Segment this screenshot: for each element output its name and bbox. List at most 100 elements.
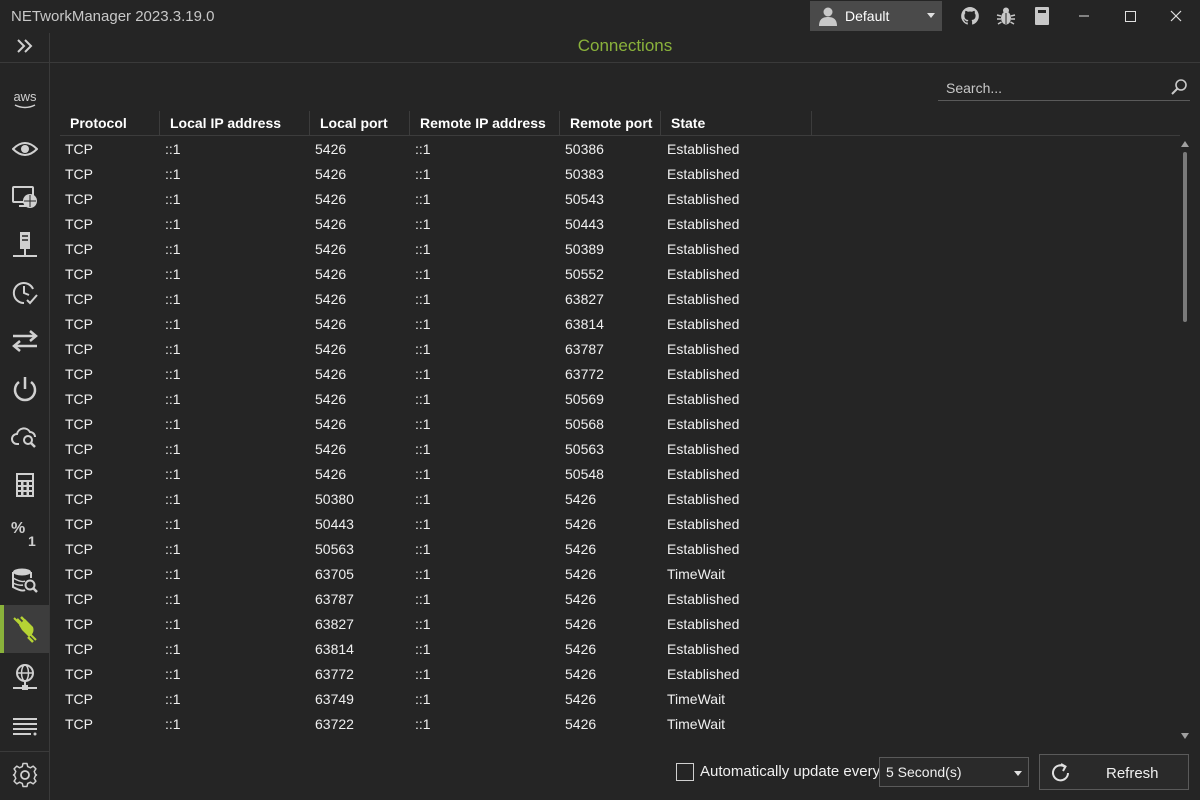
sidebar-item-connections[interactable] bbox=[0, 605, 49, 653]
column-header-protocol[interactable]: Protocol bbox=[60, 111, 160, 136]
table-row[interactable]: TCP::1 63827::1 5426 Established bbox=[60, 612, 1180, 637]
profile-selector[interactable]: Default bbox=[810, 1, 942, 31]
table-row[interactable]: TCP::1 5426::1 63787 Established bbox=[60, 337, 1180, 362]
column-header-remote-ip[interactable]: Remote IP address bbox=[410, 111, 560, 136]
table-row[interactable]: TCP::1 50563::1 5426 Established bbox=[60, 537, 1180, 562]
cell-remote-ip: ::1 bbox=[415, 316, 431, 332]
scroll-up-icon[interactable] bbox=[1181, 141, 1189, 147]
sidebar-item-traceroute[interactable] bbox=[0, 317, 49, 365]
table-row[interactable]: TCP::1 5426::1 50543 Established bbox=[60, 187, 1180, 212]
table-row[interactable]: TCP::1 5426::1 50548 Established bbox=[60, 462, 1180, 487]
cell-local-port: 5426 bbox=[315, 441, 347, 457]
sidebar-item-lookup[interactable] bbox=[0, 413, 49, 461]
table-row[interactable]: TCP::1 5426::1 63772 Established bbox=[60, 362, 1180, 387]
sidebar-item-whois[interactable] bbox=[0, 557, 49, 605]
sidebar-item-aws[interactable]: aws bbox=[0, 76, 49, 124]
cell-local-port: 5426 bbox=[315, 191, 347, 207]
column-header-remote-port[interactable]: Remote port bbox=[560, 111, 661, 136]
maximize-button[interactable] bbox=[1107, 0, 1153, 32]
aws-icon: aws bbox=[13, 89, 37, 109]
sidebar-item-ip-scanner[interactable] bbox=[0, 173, 49, 221]
minimize-button[interactable] bbox=[1061, 0, 1107, 32]
cell-remote-port: 63772 bbox=[565, 366, 604, 382]
cell-protocol: TCP bbox=[65, 541, 93, 557]
cell-remote-port: 50552 bbox=[565, 266, 604, 282]
sidebar-item-arp-table[interactable] bbox=[0, 702, 49, 750]
cell-remote-port: 5426 bbox=[565, 666, 597, 682]
table-row[interactable]: TCP::1 63749::1 5426 TimeWait bbox=[60, 687, 1180, 712]
cell-local-port: 5426 bbox=[315, 166, 347, 182]
cell-local-port: 5426 bbox=[315, 391, 347, 407]
table-row[interactable]: TCP::1 63772::1 5426 Established bbox=[60, 662, 1180, 687]
table-row[interactable]: TCP::1 50380::1 5426 Established bbox=[60, 487, 1180, 512]
search-icon[interactable] bbox=[1170, 78, 1188, 96]
auto-update-label: Automatically update every bbox=[700, 763, 881, 780]
cell-local-port: 63827 bbox=[315, 616, 354, 632]
cell-protocol: TCP bbox=[65, 166, 93, 182]
cell-remote-port: 5426 bbox=[565, 591, 597, 607]
table-row[interactable]: TCP::1 63814::1 5426 Established bbox=[60, 637, 1180, 662]
table-row[interactable]: TCP::1 5426::1 50383 Established bbox=[60, 162, 1180, 187]
column-header-local-port[interactable]: Local port bbox=[310, 111, 410, 136]
cell-local-ip: ::1 bbox=[165, 491, 181, 507]
auto-update-interval-select[interactable]: 5 Second(s) bbox=[879, 757, 1029, 787]
sidebar-item-calculator[interactable] bbox=[0, 461, 49, 509]
refresh-button[interactable]: Refresh bbox=[1039, 754, 1189, 790]
cell-remote-port: 50543 bbox=[565, 191, 604, 207]
close-button[interactable] bbox=[1153, 0, 1199, 32]
cell-local-ip: ::1 bbox=[165, 266, 181, 282]
cell-local-ip: ::1 bbox=[165, 466, 181, 482]
cell-local-ip: ::1 bbox=[165, 691, 181, 707]
sidebar-item-ping-monitor[interactable] bbox=[0, 269, 49, 317]
cell-remote-port: 5426 bbox=[565, 491, 597, 507]
cell-remote-ip: ::1 bbox=[415, 166, 431, 182]
sidebar: aws % 1 bbox=[0, 33, 49, 800]
sidebar-item-wake-on-lan[interactable] bbox=[0, 365, 49, 413]
column-header-state[interactable]: State bbox=[661, 111, 812, 136]
cell-local-port: 5426 bbox=[315, 241, 347, 257]
cell-remote-ip: ::1 bbox=[415, 691, 431, 707]
scrollbar-thumb[interactable] bbox=[1183, 152, 1187, 322]
cell-protocol: TCP bbox=[65, 566, 93, 582]
github-icon[interactable] bbox=[960, 6, 980, 26]
book-icon[interactable] bbox=[1032, 6, 1052, 26]
cell-remote-ip: ::1 bbox=[415, 241, 431, 257]
sidebar-item-listeners[interactable] bbox=[0, 653, 49, 701]
sidebar-item-settings[interactable] bbox=[0, 751, 49, 799]
table-row[interactable]: TCP::1 5426::1 50569 Established bbox=[60, 387, 1180, 412]
scroll-down-icon[interactable] bbox=[1181, 733, 1189, 739]
cell-remote-ip: ::1 bbox=[415, 391, 431, 407]
cell-remote-port: 50568 bbox=[565, 416, 604, 432]
search-input[interactable] bbox=[946, 78, 1161, 98]
table-row[interactable]: TCP::1 5426::1 50563 Established bbox=[60, 437, 1180, 462]
table-row[interactable]: TCP::1 63722::1 5426 TimeWait bbox=[60, 712, 1180, 737]
table-row[interactable]: TCP::1 5426::1 50568 Established bbox=[60, 412, 1180, 437]
table-row[interactable]: TCP::1 63705::1 5426 TimeWait bbox=[60, 562, 1180, 587]
table-row[interactable]: TCP::1 5426::1 63814 Established bbox=[60, 312, 1180, 337]
sidebar-item-network-interface[interactable] bbox=[0, 125, 49, 173]
table-row[interactable]: TCP::1 63787::1 5426 Established bbox=[60, 587, 1180, 612]
table-row[interactable]: TCP::1 5426::1 50552 Established bbox=[60, 262, 1180, 287]
cell-state: Established bbox=[667, 641, 740, 657]
cell-protocol: TCP bbox=[65, 241, 93, 257]
column-header-local-ip[interactable]: Local IP address bbox=[160, 111, 310, 136]
cell-state: Established bbox=[667, 516, 740, 532]
table-row[interactable]: TCP::1 50443::1 5426 Established bbox=[60, 512, 1180, 537]
table-row[interactable]: TCP::1 5426::1 63827 Established bbox=[60, 287, 1180, 312]
eye-icon bbox=[11, 142, 38, 156]
bug-icon[interactable] bbox=[996, 6, 1016, 26]
search-box[interactable] bbox=[938, 75, 1190, 101]
cell-local-ip: ::1 bbox=[165, 291, 181, 307]
plug-icon bbox=[12, 616, 37, 643]
table-row[interactable]: TCP::1 5426::1 50389 Established bbox=[60, 237, 1180, 262]
cell-protocol: TCP bbox=[65, 591, 93, 607]
cell-state: Established bbox=[667, 141, 740, 157]
cell-remote-port: 50548 bbox=[565, 466, 604, 482]
cell-protocol: TCP bbox=[65, 616, 93, 632]
sidebar-item-subnet-calculator[interactable]: % 1 bbox=[0, 509, 49, 557]
table-row[interactable]: TCP::1 5426::1 50386 Established bbox=[60, 137, 1180, 162]
cell-local-ip: ::1 bbox=[165, 416, 181, 432]
auto-update-checkbox[interactable] bbox=[676, 763, 694, 781]
sidebar-item-port-scanner[interactable] bbox=[0, 221, 49, 269]
table-row[interactable]: TCP::1 5426::1 50443 Established bbox=[60, 212, 1180, 237]
